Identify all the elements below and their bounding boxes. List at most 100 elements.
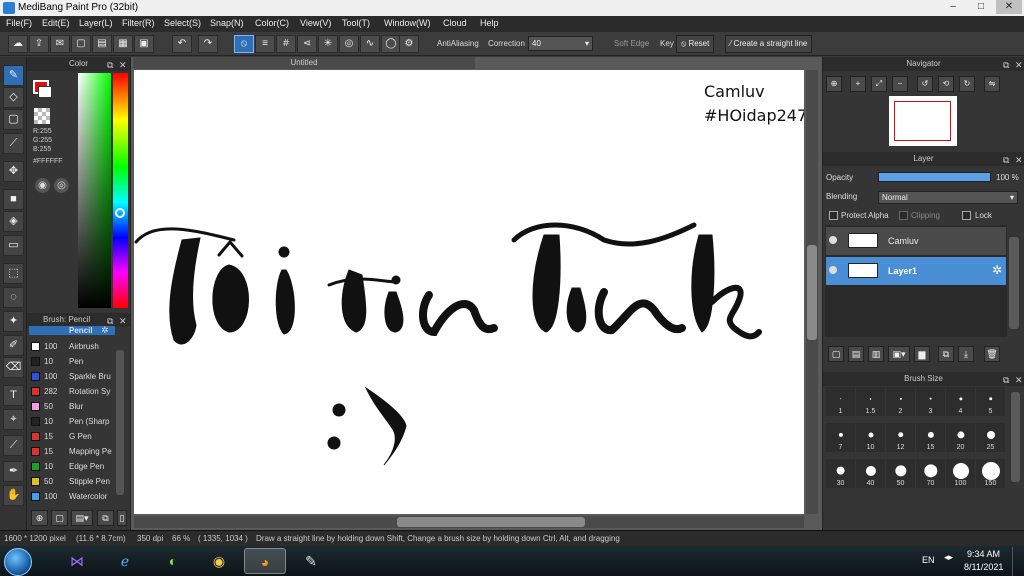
menu-filter[interactable]: Filter(R) [122,18,155,28]
close-icon[interactable]: ✕ [119,314,127,328]
layer-row-layer1[interactable]: Layer1 ✲ [826,257,1006,285]
float-icon[interactable]: ⧉ [1003,58,1009,72]
snap-circle-icon[interactable]: ◎ [339,35,359,53]
close-icon[interactable]: ✕ [1015,153,1023,167]
brush-size-scrollbar[interactable] [1011,392,1020,482]
pen-tool-icon[interactable]: ✒ [3,461,24,482]
brush-item[interactable]: 10 Edge Pen [29,459,115,474]
chrome-icon[interactable]: ◉ [198,548,240,574]
brush-size-cell[interactable]: 2 [886,387,915,416]
delete-brush-icon[interactable]: ▯ [117,510,127,526]
menu-window[interactable]: Window(W) [384,18,431,28]
minimize-button[interactable]: – [940,0,966,14]
folder-icon[interactable]: ▆ [914,346,930,362]
snap-grid-icon[interactable]: # [276,35,296,53]
rotate-left-icon[interactable]: ↺ [917,76,933,92]
brush-tool-icon[interactable]: ✎ [3,65,24,86]
brush-size-cell[interactable]: 20 [946,423,975,452]
brush-item[interactable]: 10 Pen [29,354,115,369]
horizontal-scroll-thumb[interactable] [397,517,585,527]
undo-icon[interactable]: ↶ [172,35,192,53]
brush-list-scrollbar[interactable] [116,350,124,495]
start-button[interactable] [4,548,32,576]
language-indicator[interactable]: EN [922,555,935,565]
snap-perspective-icon[interactable]: ⋖ [297,35,317,53]
saturation-value-picker[interactable] [78,73,111,308]
save-icon[interactable]: ▤ [92,35,112,53]
brush-item[interactable]: 50 Stipple Pen [29,474,115,489]
coccoc-icon[interactable]: ◐ [152,548,194,574]
menu-edit[interactable]: Edit(E) [42,18,70,28]
copy-brush-icon[interactable]: ⧉ [97,510,114,526]
new-layer-icon[interactable]: ▢ [828,346,844,362]
brush-size-cell[interactable]: 40 [856,459,885,488]
brush-size-cell[interactable]: 30 [826,459,855,488]
eraser-tool-icon[interactable]: ◇ [3,87,24,108]
select-eraser-icon[interactable]: ⌫ [3,357,24,378]
blending-select[interactable]: Normal ▾ [878,191,1018,204]
background-color-swatch[interactable] [38,86,52,98]
text-tool-icon[interactable]: T [3,385,24,406]
snap-off-icon[interactable]: ⦸ [234,35,254,53]
lock-checkbox[interactable] [962,211,971,220]
gradient-tool-icon[interactable]: ▭ [3,235,24,256]
brush-size-cell[interactable]: 150 [976,459,1005,488]
brush-item[interactable]: 50 Blur [29,399,115,414]
brush-menu-icon[interactable]: ▤▾ [71,510,93,526]
menu-tool[interactable]: Tool(T) [342,18,370,28]
share-icon[interactable]: ⇪ [29,35,49,53]
snap-parallel-icon[interactable]: ≡ [255,35,275,53]
hand-tool-icon[interactable]: ✋ [3,485,24,506]
flip-icon[interactable]: ⇋ [984,76,1000,92]
select-rect-icon[interactable]: ⬚ [3,263,24,284]
comment-icon[interactable]: ✉ [50,35,70,53]
brush-size-cell[interactable]: 70 [916,459,945,488]
menu-view[interactable]: View(V) [300,18,331,28]
hue-slider-knob[interactable] [115,208,125,218]
new-8bit-layer-icon[interactable]: ▥ [868,346,884,362]
drawing-canvas[interactable]: Camluv #HOidap247 [134,70,804,514]
close-icon[interactable]: ✕ [119,58,127,72]
snap-radial-icon[interactable]: ✳ [318,35,338,53]
line-tool-icon[interactable]: ⟋ [3,133,24,154]
divide-tool-icon[interactable]: ⌖ [3,409,24,430]
brush-item[interactable]: 10 Pen (Sharp [29,414,115,429]
brush-size-cell[interactable]: 1.5 [856,387,885,416]
material-icon[interactable]: ▦ [113,35,133,53]
color-history-icon[interactable]: ◎ [54,178,69,193]
delete-layer-icon[interactable]: 🗑 [984,346,1000,362]
add-brush-icon[interactable]: ⊕ [31,510,48,526]
brush-item[interactable]: 100 Sparkle Bru [29,369,115,384]
opacity-slider[interactable] [878,172,991,182]
move-tool-icon[interactable]: ✥ [3,161,24,182]
brush-size-cell[interactable]: 25 [976,423,1005,452]
brush-size-cell[interactable]: 7 [826,423,855,452]
zoom-fit-icon[interactable]: ⊕ [826,76,842,92]
hue-slider[interactable] [113,73,128,308]
brush-size-cell[interactable]: 5 [976,387,1005,416]
brush-item-selected[interactable]: Pencil ✲ [29,325,115,335]
brush-size-cell[interactable]: 10 [856,423,885,452]
zoom-actual-icon[interactable]: ⤢ [871,76,887,92]
new-halftone-layer-icon[interactable]: ▤ [848,346,864,362]
duplicate-layer-icon[interactable]: ⧉ [938,346,954,362]
zoom-out-icon[interactable]: − [892,76,908,92]
cloud-icon[interactable]: ☁ [8,35,28,53]
brush-size-cell[interactable]: 15 [916,423,945,452]
redo-icon[interactable]: ↷ [198,35,218,53]
merge-layer-icon[interactable]: ⤓ [958,346,974,362]
new-brush-icon[interactable]: ▢ [51,510,68,526]
transparent-color-swatch[interactable] [34,108,50,124]
lasso-icon[interactable]: ◌ [3,287,24,308]
brush-item[interactable]: 100 Airbrush [29,339,115,354]
navigator-viewport-rect[interactable] [894,101,951,141]
layer-row-camluv[interactable]: Camluv [826,227,1006,255]
visibility-icon[interactable] [829,266,837,274]
show-desktop-button[interactable] [1012,547,1024,576]
close-icon[interactable]: ✕ [1015,373,1023,387]
brush-item[interactable]: 15 G Pen [29,429,115,444]
rotate-right-icon[interactable]: ↻ [959,76,975,92]
layer-list-scrollbar[interactable] [1009,237,1019,329]
layer-menu-icon[interactable]: ▣▾ [888,346,910,362]
snap-settings-icon[interactable]: ⚙ [399,35,419,53]
